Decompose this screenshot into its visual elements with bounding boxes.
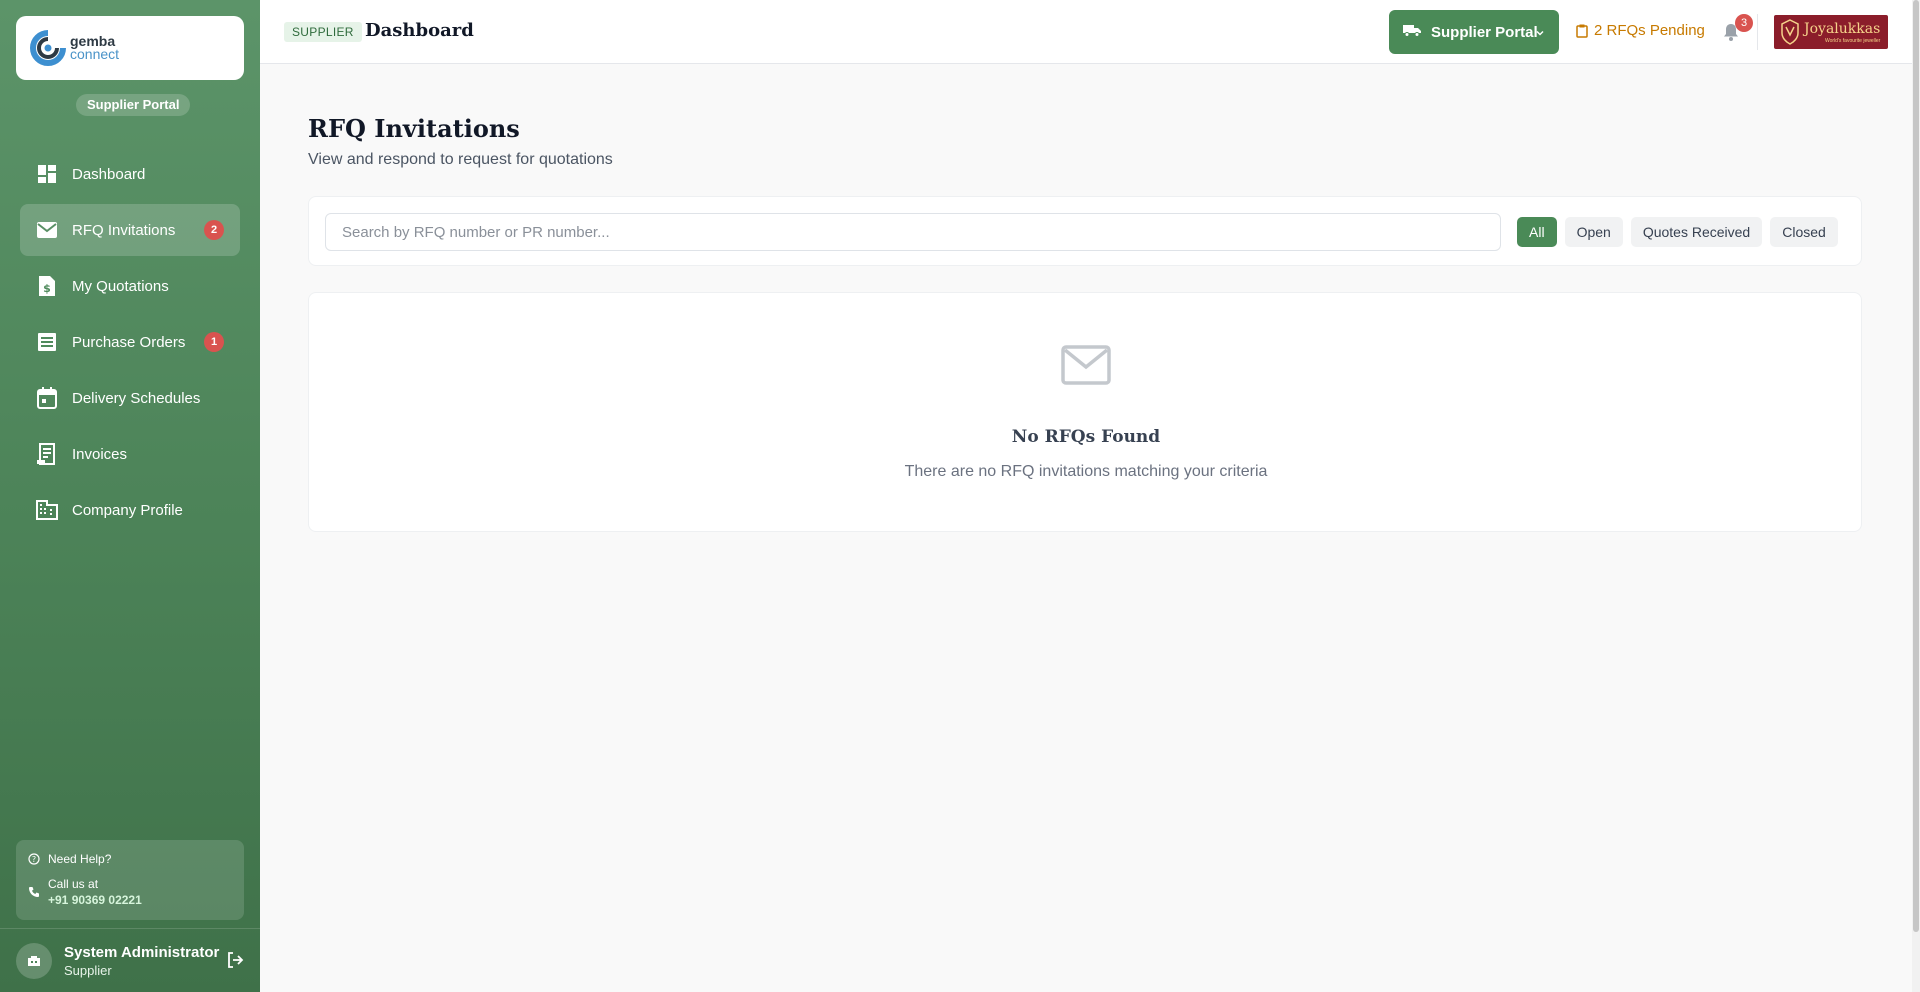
page-scrollbar[interactable] [1912,0,1920,992]
phone-icon [28,886,40,898]
filter-quotes-received-button[interactable]: Quotes Received [1630,217,1763,247]
clipboard-icon [1576,24,1588,38]
rfq-count-badge: 2 [204,220,224,240]
sidebar-item-label: Purchase Orders [72,333,186,351]
help-title: Need Help? [48,852,112,866]
portal-pill: Supplier Portal [76,94,191,116]
empty-state-title: No RFQs Found [1011,427,1161,447]
calendar-icon [36,387,58,409]
status-filter-group: All Open Quotes Received Closed [1517,217,1838,247]
sidebar-item-label: Company Profile [72,501,183,519]
brand-tagline: World's favourite jeweller [1824,38,1881,44]
sidebar-item-label: Dashboard [72,165,146,183]
logout-icon[interactable] [226,951,244,974]
joyalukkas-logo: Joyalukkas World's favourite jeweller [1774,15,1888,49]
sidebar: gemba connect Supplier Portal Dashboard … [0,0,260,992]
empty-state-subtitle: There are no RFQ invitations matching yo… [904,463,1268,480]
page-title: RFQ Invitations [308,114,520,143]
search-input[interactable] [325,213,1501,251]
pending-rfqs-label: 2 RFQs Pending [1594,22,1705,39]
list-document-icon [36,331,58,353]
notifications-button[interactable]: 3 [1720,14,1753,44]
po-count-badge: 1 [204,332,224,352]
empty-state-card: No RFQs Found There are no RFQ invitatio… [308,292,1862,532]
portal-switcher-button[interactable]: Supplier Portal [1389,10,1559,54]
building-icon [36,499,58,521]
role-tag: SUPPLIER [284,22,362,42]
user-role: Supplier [64,962,112,978]
sidebar-item-invoices[interactable]: Invoices [20,428,240,480]
sidebar-item-company-profile[interactable]: Company Profile [20,484,240,536]
pending-rfqs-link[interactable]: 2 RFQs Pending [1576,22,1705,39]
sidebar-nav: Dashboard RFQ Invitations 2 $ My Quotati… [20,148,240,540]
mail-icon [36,219,58,241]
building-small-icon [28,955,40,966]
truck-icon [1403,23,1421,41]
filter-all-button[interactable]: All [1517,217,1557,247]
gemba-connect-logo[interactable]: gemba connect [16,16,244,80]
help-circle-icon: ? [28,853,40,865]
help-phone-link[interactable]: +91 90369 02221 [48,892,142,908]
chevron-down-icon [1535,25,1545,42]
filter-open-button[interactable]: Open [1564,217,1623,247]
filter-card: All Open Quotes Received Closed [308,196,1862,266]
sidebar-item-my-quotations[interactable]: $ My Quotations [20,260,240,312]
sidebar-item-label: Delivery Schedules [72,389,201,407]
filter-closed-button[interactable]: Closed [1770,217,1838,247]
top-header: SUPPLIER Dashboard Supplier Portal 2 RFQ… [260,0,1920,64]
gemba-logo-icon [30,30,66,66]
sidebar-item-rfq-invitations[interactable]: RFQ Invitations 2 [20,204,240,256]
sidebar-item-label: RFQ Invitations [72,221,176,239]
receipt-icon [36,443,58,465]
dashboard-icon [36,163,58,185]
svg-text:$: $ [43,282,51,295]
user-bar: System Administrator Supplier [0,928,260,992]
portal-switcher-label: Supplier Portal [1431,23,1538,41]
help-box: ? Need Help? Call us at +91 90369 02221 [16,840,244,920]
avatar[interactable] [16,942,52,979]
document-dollar-icon: $ [36,275,58,297]
envelope-icon [1061,345,1111,390]
joyalukkas-crest-icon [1781,19,1799,45]
svg-text:?: ? [32,855,36,864]
sidebar-item-dashboard[interactable]: Dashboard [20,148,240,200]
page-subtitle: View and respond to request for quotatio… [308,151,613,168]
scrollbar-thumb[interactable] [1913,0,1919,932]
sidebar-item-delivery-schedules[interactable]: Delivery Schedules [20,372,240,424]
user-name: System Administrator [64,943,220,961]
sidebar-item-label: Invoices [72,445,128,463]
brand-name: Joyalukkas [1804,21,1881,37]
sidebar-item-label: My Quotations [72,277,169,295]
header-divider [1757,14,1758,50]
header-title: Dashboard [365,20,474,41]
main-content: RFQ Invitations View and respond to requ… [260,64,1920,992]
sidebar-item-purchase-orders[interactable]: Purchase Orders 1 [20,316,240,368]
help-call-label: Call us at [48,877,99,891]
notification-count-badge: 3 [1735,14,1753,32]
logo-line2: connect [70,46,120,62]
